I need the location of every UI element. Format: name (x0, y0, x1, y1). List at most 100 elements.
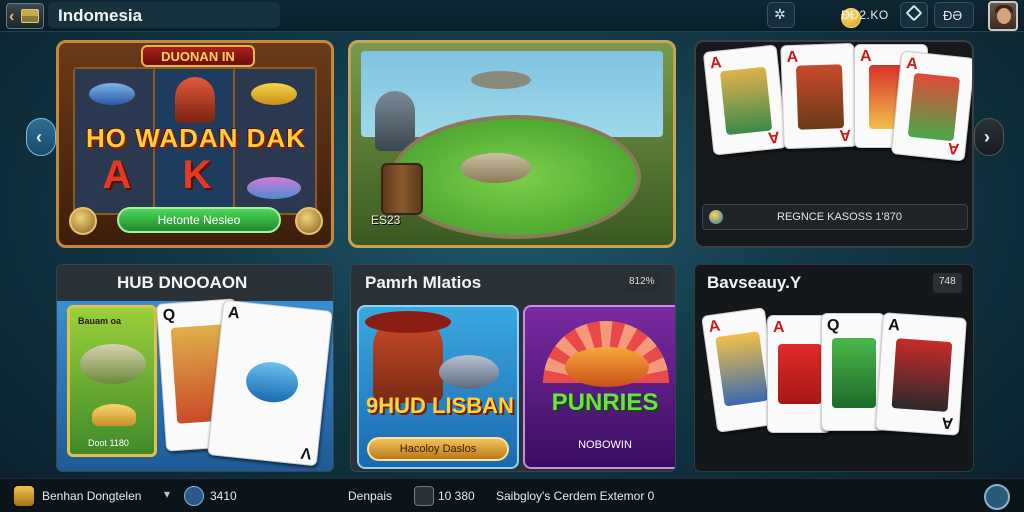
section-panel-3: Bavseauy.Y 748 A A Q A A (694, 264, 974, 472)
section-title: Pamrh Mlatios (365, 273, 482, 292)
game-tile[interactable]: PUNRIES NOBOWIN (523, 305, 675, 469)
coin-balance[interactable]: ĐĐ2.KO (807, 2, 893, 28)
section-title: Bavseauy.Y (707, 273, 802, 292)
section-header: Pamrh Mlatios 812% (351, 265, 675, 301)
bottom-bar: Benhan Dongtelen ▾ 3410 Denpais 10 380 S… (0, 478, 1024, 512)
section-badge: 812% (623, 273, 661, 293)
tag-icon (905, 4, 923, 22)
slot-knob-left (69, 207, 97, 235)
pipe-decoration (375, 91, 415, 151)
card-art (719, 66, 773, 136)
card-rank: A (905, 55, 919, 74)
card-rank: A (767, 127, 781, 146)
tile-subtitle: NOBOWIN (578, 439, 632, 451)
card-rank: A (860, 48, 872, 65)
card-rank: A (786, 48, 799, 67)
carousel-next-button[interactable]: › (974, 118, 1004, 156)
game-tile[interactable]: 9HUD LISBAN Hacoloy Daslos (357, 305, 519, 469)
avatar-face (997, 8, 1011, 24)
tag-button[interactable] (900, 2, 928, 28)
tile-fish (439, 355, 499, 389)
card-rank: A (887, 316, 901, 335)
region-selector[interactable]: Indomesia (48, 2, 280, 28)
card-art (244, 359, 301, 405)
section-header: HUB DNOOAON (57, 265, 333, 301)
fish-card-label: Bauam oa (78, 316, 122, 326)
playing-card: A A (890, 50, 972, 162)
fishing-game-card[interactable]: ES23 (348, 40, 676, 248)
globe-icon (709, 210, 723, 224)
card-art (891, 338, 953, 412)
blue-fish-symbol (89, 83, 135, 105)
chevron-right-icon: › (984, 127, 990, 147)
card-game-caption: REGNCE KASOSS 1'870 (777, 211, 902, 223)
slot-headline: HO WADAN DAK (86, 123, 306, 153)
top-bar: ‹ Indomesia ✲ ĐĐ2.KO ĐƏ (0, 0, 1024, 32)
menu-label: ĐƏ (943, 8, 963, 23)
pond-fish (461, 153, 531, 183)
section-panel-2: Pamrh Mlatios 812% 9HUD LISBAN Hacoloy D… (350, 264, 676, 472)
avatar[interactable] (988, 1, 1018, 31)
card-rank: Q (162, 306, 176, 325)
card-rank: A (839, 125, 852, 144)
carousel-prev-button[interactable]: ‹ (26, 118, 56, 156)
slot-banner: DUONAN IN (141, 45, 255, 67)
slot-play-button[interactable]: Hetonte Nesleo (117, 207, 281, 233)
playing-card[interactable]: A A (874, 312, 968, 436)
bottom-promo[interactable]: Saibgloy's Cerdem Extemor 0 (496, 489, 654, 503)
red-a-symbol: A (102, 153, 132, 197)
wallet-icon (414, 486, 434, 506)
section-title: HUB DNOOAON (117, 273, 248, 292)
gold-shell (92, 404, 136, 426)
card-rank: A (773, 319, 785, 336)
back-chevron-icon: ‹ (9, 8, 15, 25)
jumping-fish (471, 71, 531, 89)
back-button[interactable]: ‹ (6, 3, 44, 29)
profile-button[interactable] (984, 484, 1010, 510)
section-header: Bavseauy.Y 748 (695, 265, 973, 301)
card-rank: A (227, 304, 241, 323)
flag-icon (21, 9, 39, 23)
section-panel-1: HUB DNOOAON Bauam oa Doot 1180 Q A V (56, 264, 334, 472)
tile-logo: PUNRIES (551, 389, 659, 416)
coin-balance-value: ĐĐ2.KO (841, 8, 889, 22)
balance-icon (184, 486, 204, 506)
tile-logo: 9HUD LISBAN (366, 393, 514, 418)
bass-fish (80, 344, 146, 384)
card-rank: A (709, 54, 723, 73)
orange-fish (565, 347, 649, 387)
card-rank: A (941, 413, 955, 432)
tile-play-button[interactable]: Hacoloy Daslos (367, 437, 509, 461)
bottom-nav-label[interactable]: Denpais (348, 489, 392, 503)
card-art (832, 338, 876, 408)
playing-card: A A (702, 44, 788, 156)
card-art (795, 64, 845, 130)
slot-knob-right (295, 207, 323, 235)
settings-button[interactable]: ✲ (767, 2, 795, 28)
bottom-count: 10 380 (438, 489, 475, 503)
playing-card: A A (780, 42, 858, 150)
card-rank: V (300, 443, 313, 462)
section-1-artwork[interactable]: Bauam oa Doot 1180 Q A V (57, 298, 333, 471)
gold-fish-symbol (251, 83, 297, 105)
card-art (907, 72, 961, 142)
card-game-card[interactable]: A A A A A A A A REGNCE KASOSS 1'870 (694, 40, 974, 248)
region-label: Indomesia (58, 6, 143, 25)
rainbow-fish-symbol (247, 177, 301, 199)
fishing-caption: ES23 (371, 213, 401, 227)
settings-icon: ✲ (774, 6, 786, 22)
section-badge: 748 (933, 273, 962, 293)
fish-card-value: Doot 1180 (88, 438, 129, 448)
slot-game-card[interactable]: DUONAN IN HO WADAN DAK A K Hetonte Nesle… (56, 40, 334, 248)
bottom-left-label[interactable]: Benhan Dongtelen (42, 489, 141, 503)
fish-card: Bauam oa Doot 1180 (67, 305, 157, 457)
menu-button[interactable]: ĐƏ (934, 2, 974, 28)
chevron-down-icon[interactable]: ▾ (164, 487, 170, 501)
card-art (778, 344, 822, 404)
red-k-symbol: K (182, 153, 212, 197)
card-rank: A (947, 138, 961, 157)
card-rank: Q (827, 317, 840, 334)
fisherman-hat (365, 311, 451, 333)
card-rank: A (707, 317, 722, 336)
playing-card: A V (207, 299, 333, 467)
